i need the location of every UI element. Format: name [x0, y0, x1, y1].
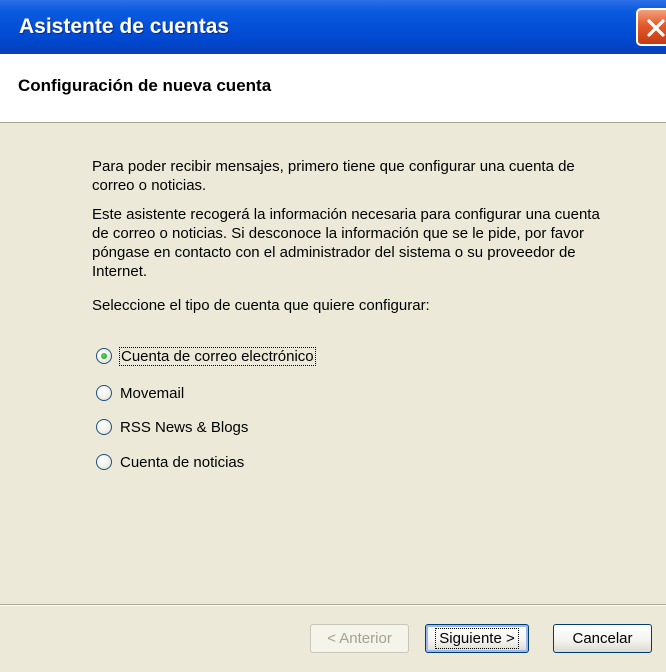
radio-option-news[interactable]: Cuenta de noticias	[96, 451, 244, 473]
cancel-button[interactable]: Cancelar	[553, 624, 652, 653]
radio-button-movemail[interactable]	[96, 385, 112, 401]
radio-label-rss[interactable]: RSS News & Blogs	[120, 419, 248, 436]
account-type-prompt: Seleccione el tipo de cuenta que quiere …	[92, 297, 430, 314]
radio-button-rss[interactable]	[96, 419, 112, 435]
close-icon	[647, 19, 665, 37]
radio-label-movemail[interactable]: Movemail	[120, 385, 184, 402]
wizard-header: Configuración de nueva cuenta	[0, 54, 666, 123]
radio-label-news[interactable]: Cuenta de noticias	[120, 454, 244, 471]
radio-label-email[interactable]: Cuenta de correo electrónico	[119, 346, 316, 366]
next-button-label: Siguiente >	[435, 628, 519, 649]
intro-paragraph-2: Este asistente recogerá la información n…	[92, 206, 600, 280]
radio-button-news[interactable]	[96, 454, 112, 470]
title-bar: Asistente de cuentas	[0, 0, 666, 54]
button-separator	[0, 604, 666, 606]
previous-button[interactable]: < Anterior	[310, 624, 409, 653]
page-title: Configuración de nueva cuenta	[18, 76, 272, 95]
intro-paragraph-1: Para poder recibir mensajes, primero tie…	[92, 158, 575, 194]
radio-option-movemail[interactable]: Movemail	[96, 382, 184, 404]
next-button[interactable]: Siguiente >	[425, 624, 529, 653]
close-button[interactable]	[636, 8, 666, 46]
radio-option-email[interactable]: Cuenta de correo electrónico	[96, 345, 316, 367]
window-title: Asistente de cuentas	[19, 15, 230, 38]
radio-option-rss[interactable]: RSS News & Blogs	[96, 416, 248, 438]
radio-button-email[interactable]	[96, 348, 112, 364]
